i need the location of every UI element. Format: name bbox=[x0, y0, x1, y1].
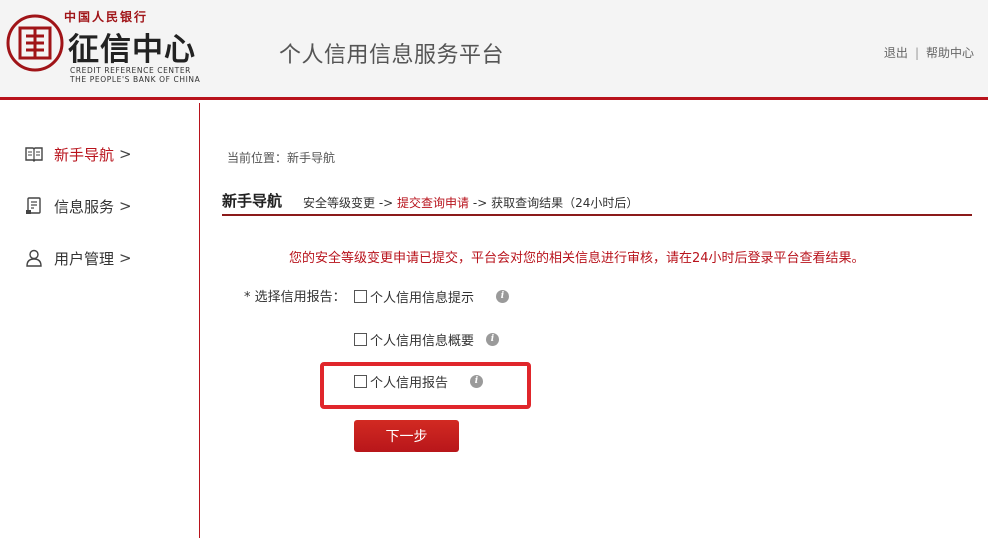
report-select-label: * 选择信用报告： bbox=[244, 290, 346, 305]
sidebar-item-label: 新手导航 bbox=[54, 145, 115, 164]
logo-english-line1: CREDIT REFERENCE CENTER bbox=[70, 66, 191, 75]
submission-notice: 您的安全等级变更申请已提交，平台会对您的相关信息进行审核，请在24小时后登录平台… bbox=[289, 251, 865, 266]
sidebar-item-arrow: > bbox=[119, 249, 132, 267]
step-arrow: -> bbox=[469, 196, 492, 210]
logo-english-line2: THE PEOPLE'S BANK OF CHINA bbox=[70, 75, 201, 84]
option-credit-info-summary[interactable]: 个人信用信息概要 i bbox=[354, 330, 500, 349]
link-separator: | bbox=[914, 46, 919, 60]
step-security-change: 安全等级变更 bbox=[303, 196, 376, 210]
user-icon bbox=[26, 249, 42, 267]
step-arrow: -> bbox=[375, 196, 398, 210]
option-label: 个人信用信息概要 bbox=[370, 333, 475, 349]
credit-info-summary-checkbox[interactable] bbox=[354, 332, 367, 346]
sidebar-item-label: 用户管理 bbox=[54, 249, 115, 268]
help-center-link[interactable]: 帮助中心 bbox=[926, 46, 974, 60]
info-icon[interactable]: i bbox=[496, 289, 510, 303]
section-header: 新手导航 安全等级变更 -> 提交查询申请 -> 获取查询结果（24小时后） bbox=[222, 184, 972, 216]
step-indicator: 安全等级变更 -> 提交查询申请 -> 获取查询结果（24小时后） bbox=[303, 194, 638, 211]
sidebar-item-beginner-guide[interactable]: 新手导航 > bbox=[24, 141, 132, 167]
platform-title: 个人信用信息服务平台 bbox=[279, 43, 505, 68]
sidebar-item-arrow: > bbox=[119, 145, 132, 163]
section-title: 新手导航 bbox=[222, 192, 283, 210]
step-submit-query: 提交查询申请 bbox=[397, 196, 470, 210]
step-get-result: 获取查询结果（24小时后） bbox=[491, 196, 639, 210]
highlight-annotation-box bbox=[320, 362, 531, 409]
sidebar-item-info-service[interactable]: 信息服务 > bbox=[24, 193, 132, 219]
sidebar-item-arrow: > bbox=[119, 197, 132, 215]
info-icon[interactable]: i bbox=[486, 332, 500, 346]
logout-link[interactable]: 退出 bbox=[884, 46, 908, 60]
page-header: 中国人民银行 征信中心 CREDIT REFERENCE CENTER THE … bbox=[0, 0, 988, 100]
book-icon bbox=[25, 147, 43, 162]
document-icon bbox=[26, 197, 41, 214]
next-step-button[interactable]: 下一步 bbox=[354, 420, 459, 452]
breadcrumb: 当前位置：新手导航 bbox=[227, 151, 336, 165]
top-links: 退出 | 帮助中心 bbox=[884, 44, 974, 61]
sidebar-item-label: 信息服务 bbox=[54, 197, 115, 216]
logo-bank-name: 中国人民银行 bbox=[64, 10, 149, 24]
sidebar: 新手导航 > 信息服务 > 用户管理 > bbox=[0, 103, 200, 538]
credit-center-emblem-icon bbox=[6, 14, 64, 72]
option-credit-info-hint[interactable]: 个人信用信息提示 i bbox=[354, 287, 510, 306]
credit-info-hint-checkbox[interactable] bbox=[354, 289, 367, 303]
logo-center-name: 征信中心 bbox=[68, 32, 196, 68]
sidebar-item-user-management[interactable]: 用户管理 > bbox=[24, 245, 132, 271]
option-label: 个人信用信息提示 bbox=[370, 290, 475, 306]
